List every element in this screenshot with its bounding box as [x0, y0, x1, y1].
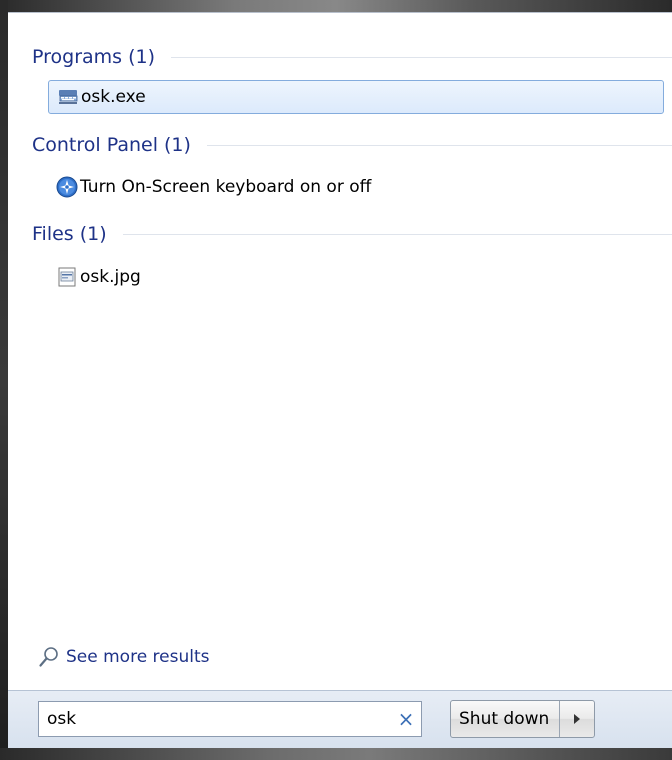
search-input[interactable]	[39, 703, 391, 735]
files-group-title: Files (1)	[32, 223, 107, 245]
shut-down-button[interactable]: Shut down	[451, 701, 561, 737]
control-panel-group-title: Control Panel (1)	[32, 134, 191, 156]
search-results-panel: Programs (1) osk.exe Control Panel (1) T…	[8, 12, 672, 691]
shutdown-button-group: Shut down	[450, 700, 596, 738]
see-more-label: See more results	[66, 647, 210, 667]
result-label: osk.jpg	[80, 267, 141, 287]
group-divider	[122, 233, 672, 235]
right-arrow-icon[interactable]	[560, 701, 594, 737]
keyboard-program-icon	[57, 86, 79, 108]
result-label: osk.exe	[81, 87, 146, 107]
bottom-border	[0, 748, 672, 760]
programs-group-header[interactable]: Programs (1)	[32, 43, 672, 71]
group-divider	[206, 144, 672, 146]
group-divider	[171, 56, 672, 58]
start-menu-frame: Programs (1) osk.exe Control Panel (1) T…	[0, 0, 672, 760]
left-border	[0, 0, 8, 760]
result-turn-on-screen-keyboard[interactable]: Turn On-Screen keyboard on or off	[48, 170, 371, 204]
programs-group-title: Programs (1)	[32, 46, 156, 68]
image-file-icon	[56, 266, 78, 288]
magnifier-icon	[38, 646, 60, 668]
result-osk-exe[interactable]: osk.exe	[48, 80, 664, 114]
ease-of-access-icon	[56, 176, 78, 198]
result-label: Turn On-Screen keyboard on or off	[80, 177, 372, 197]
start-menu-footer: × Shut down	[8, 690, 672, 749]
files-group-header[interactable]: Files (1)	[32, 220, 672, 248]
control-panel-group-header[interactable]: Control Panel (1)	[32, 131, 672, 159]
top-border	[0, 0, 672, 12]
clear-search-icon[interactable]: ×	[391, 704, 421, 734]
result-osk-jpg[interactable]: osk.jpg	[48, 260, 141, 294]
search-box: ×	[38, 701, 422, 737]
see-more-results-link[interactable]: See more results	[38, 643, 210, 671]
